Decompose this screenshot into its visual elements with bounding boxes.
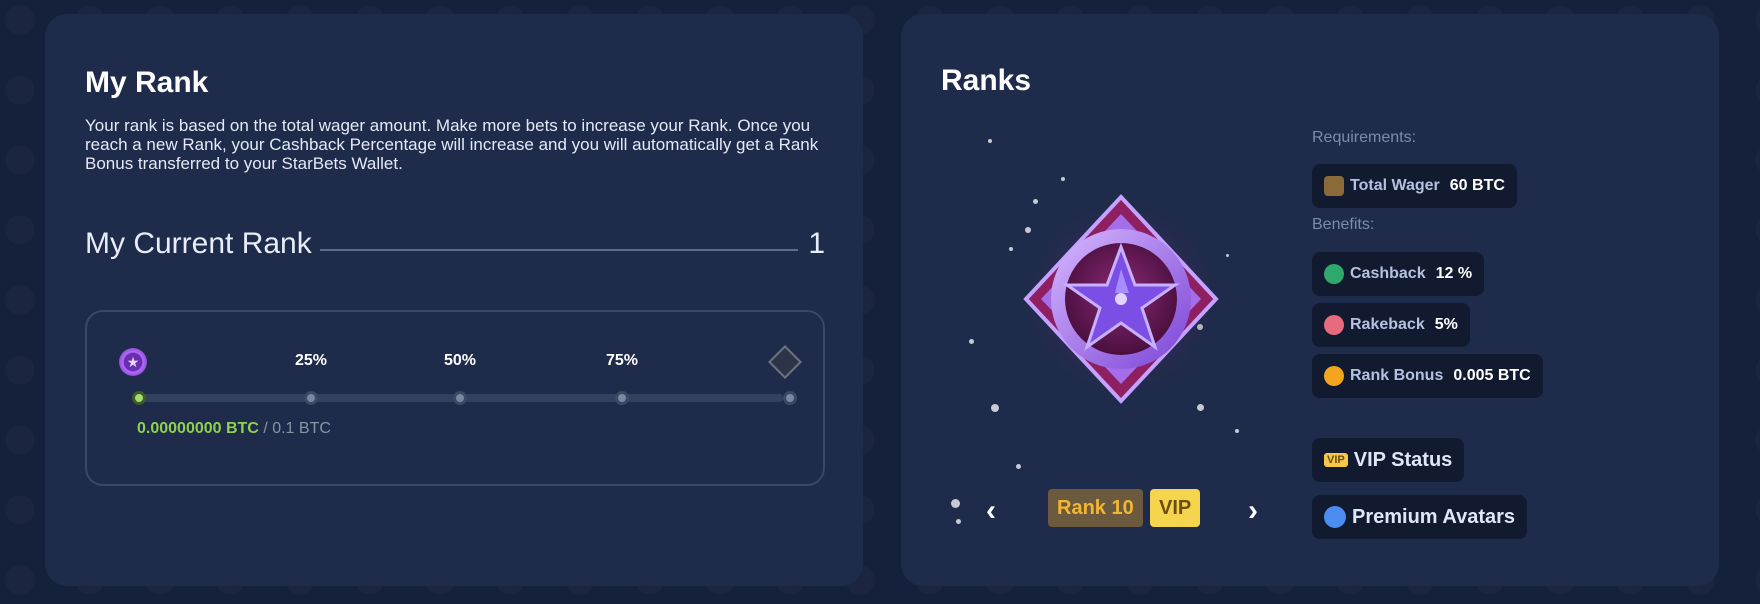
progress-dot-end	[783, 391, 797, 405]
vip-icon: VIP	[1324, 453, 1348, 467]
my-rank-title: My Rank	[85, 66, 209, 99]
sparkle	[1061, 177, 1065, 181]
benefit-key: Rank Bonus	[1350, 367, 1444, 384]
current-btc: 0.00000000 BTC	[137, 420, 259, 437]
sparkle	[1235, 429, 1239, 433]
benefits-label: Benefits:	[1312, 216, 1375, 233]
benefit-value: 5%	[1434, 316, 1458, 333]
prev-rank-button[interactable]: ‹	[986, 494, 996, 528]
rakeback-icon	[1324, 315, 1344, 335]
benefit-rank-bonus: Rank Bonus 0.005 BTC	[1312, 354, 1543, 398]
ranks-panel: Ranks ‹ Rank 10 VIP › Requirements: Tota…	[901, 14, 1719, 586]
wager-icon	[1324, 176, 1344, 196]
progress-dot-75	[615, 391, 629, 405]
milestone-25: 25%	[294, 352, 328, 369]
perk-premium-avatars: Premium Avatars	[1312, 495, 1528, 539]
vip-tag: VIP	[1150, 489, 1201, 527]
benefit-cashback: Cashback 12 %	[1312, 252, 1485, 296]
current-rank-label: My Current Rank	[85, 227, 312, 260]
rank-medal-area	[951, 109, 1261, 529]
cashback-icon	[1324, 264, 1344, 284]
requirement-key: Total Wager	[1350, 177, 1440, 194]
rank-description: Your rank is based on the total wager am…	[85, 116, 819, 173]
benefit-value: 0.005 BTC	[1453, 367, 1531, 384]
wager-progress-text: 0.00000000 BTC / 0.1 BTC	[137, 420, 331, 438]
current-rank-divider	[319, 249, 799, 251]
current-rank-icon: ★	[119, 348, 147, 376]
progress-dot-start	[132, 391, 146, 405]
sparkle	[969, 339, 974, 344]
sparkle	[991, 404, 999, 412]
benefit-key: Cashback	[1350, 265, 1426, 282]
milestone-50: 50%	[443, 352, 477, 369]
requirements-label: Requirements:	[1312, 129, 1417, 146]
next-rank-icon	[768, 345, 802, 379]
benefit-value: 12 %	[1435, 265, 1473, 282]
avatar-icon	[1324, 506, 1346, 528]
target-btc: / 0.1 BTC	[263, 420, 331, 437]
progress-dot-50	[453, 391, 467, 405]
perk-label: VIP Status	[1353, 448, 1453, 471]
sparkle	[1016, 464, 1021, 469]
current-rank-row: My Current Rank 1	[85, 224, 825, 264]
sparkle	[951, 499, 960, 508]
my-rank-panel: My Rank Your rank is based on the total …	[45, 14, 863, 586]
perk-vip-status: VIP VIP Status	[1312, 438, 1465, 482]
next-rank-button[interactable]: ›	[1248, 494, 1258, 528]
milestone-75: 75%	[605, 352, 639, 369]
requirement-value: 60 BTC	[1449, 177, 1505, 194]
rank-bonus-icon	[1324, 366, 1344, 386]
rank-progress-box: ★ 25% 50% 75% 0.00000000 BTC / 0.1 BTC	[85, 310, 825, 486]
current-rank-value: 1	[808, 227, 825, 260]
sparkle	[956, 519, 961, 524]
rank-tag: Rank 10	[1048, 489, 1143, 527]
progress-dot-25	[304, 391, 318, 405]
ranks-title: Ranks	[941, 64, 1032, 97]
benefit-key: Rakeback	[1350, 316, 1425, 333]
benefit-rakeback: Rakeback 5%	[1312, 303, 1470, 347]
sparkle	[988, 139, 992, 143]
perk-label: Premium Avatars	[1352, 505, 1516, 528]
rank-medal-icon	[1011, 189, 1231, 409]
requirement-total-wager: Total Wager 60 BTC	[1312, 164, 1517, 208]
